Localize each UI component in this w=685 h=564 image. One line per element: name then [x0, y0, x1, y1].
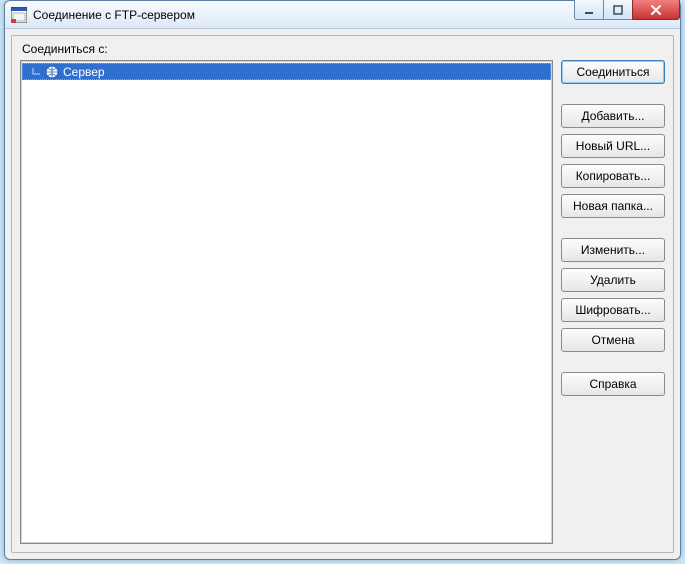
- app-icon: [11, 7, 27, 23]
- connect-to-label: Соединиться с:: [22, 42, 665, 56]
- window-title: Соединение с FTP-сервером: [33, 8, 195, 22]
- tree-item-label: Сервер: [63, 65, 105, 79]
- minimize-button[interactable]: [574, 0, 604, 20]
- body-row: Сервер Соединиться Добавить... Новый URL…: [20, 60, 665, 544]
- edit-button[interactable]: Изменить...: [561, 238, 665, 262]
- client-area: Соединиться с: Сервер: [11, 35, 674, 553]
- titlebar[interactable]: Соединение с FTP-сервером: [5, 1, 680, 29]
- server-icon: [45, 65, 59, 79]
- help-button[interactable]: Справка: [561, 372, 665, 396]
- button-sidebar: Соединиться Добавить... Новый URL... Коп…: [561, 60, 665, 544]
- close-button[interactable]: [632, 0, 680, 20]
- cancel-button[interactable]: Отмена: [561, 328, 665, 352]
- new-folder-button[interactable]: Новая папка...: [561, 194, 665, 218]
- encrypt-button[interactable]: Шифровать...: [561, 298, 665, 322]
- server-tree[interactable]: Сервер: [20, 60, 553, 544]
- add-button[interactable]: Добавить...: [561, 104, 665, 128]
- tree-elbow-icon: [29, 66, 41, 78]
- maximize-button[interactable]: [603, 0, 633, 20]
- delete-button[interactable]: Удалить: [561, 268, 665, 292]
- new-url-button[interactable]: Новый URL...: [561, 134, 665, 158]
- connect-button[interactable]: Соединиться: [561, 60, 665, 84]
- copy-button[interactable]: Копировать...: [561, 164, 665, 188]
- tree-item-server[interactable]: Сервер: [22, 63, 551, 80]
- window-buttons: [575, 0, 680, 20]
- dialog-window: Соединение с FTP-сервером Соединиться с:: [4, 0, 681, 560]
